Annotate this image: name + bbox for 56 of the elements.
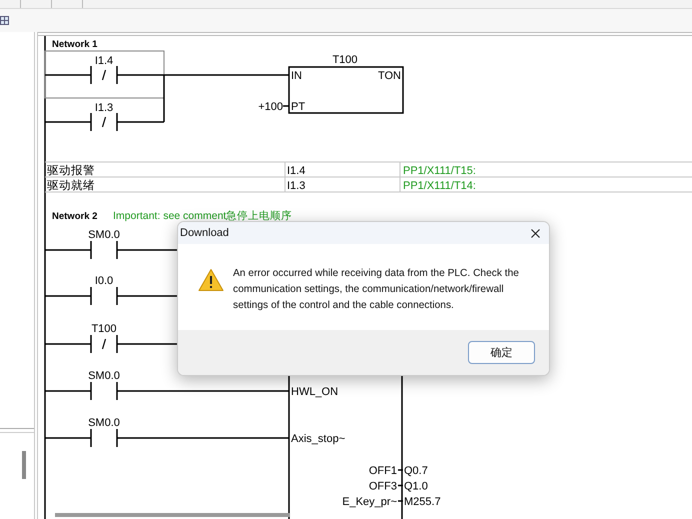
table-icon[interactable] (0, 16, 9, 25)
contact-address: SM0.0 (88, 229, 120, 241)
contact-address: I1.3 (94, 102, 114, 114)
contact-address: I0.0 (94, 275, 114, 287)
pin-line (398, 484, 403, 486)
contact-symbol[interactable] (90, 429, 118, 447)
contact-address: SM0.0 (88, 417, 120, 429)
output-address: Q1.0 (404, 480, 428, 492)
wire (45, 390, 91, 392)
block-input-label: Axis_stop~ (291, 433, 346, 445)
contact-symbol[interactable] (90, 113, 118, 131)
wire (45, 74, 91, 76)
network-comment: Important: see comment急停上电顺序 (113, 210, 292, 222)
contact-address: T100 (91, 323, 117, 335)
error-message: An error occurred while receiving data from the PLC. Check the communication settings, the communication/network/firewall settings of the control and the cable connections. (233, 267, 520, 313)
symbol-comment: PP1/X111/T15: (403, 165, 476, 177)
contact-symbol[interactable] (90, 382, 118, 400)
scrollbar-thumb[interactable] (22, 451, 26, 479)
contact-address: SM0.0 (88, 370, 120, 382)
symbol-name: 驱动就绪 (47, 180, 95, 192)
contact-address: I1.4 (94, 55, 114, 67)
contact-symbol[interactable] (90, 287, 118, 305)
contact-symbol[interactable] (90, 335, 118, 353)
dialog-title: Download (180, 227, 229, 239)
pin-line (398, 469, 403, 471)
wire (283, 105, 289, 107)
close-icon[interactable] (531, 228, 540, 238)
symbol-address: I1.4 (287, 165, 306, 177)
symbol-name: 驱动报警 (47, 165, 95, 177)
contact-symbol[interactable] (90, 66, 118, 84)
timer-type: TON (378, 70, 401, 82)
output-value: OFF3 (368, 480, 397, 492)
symbol-address: I1.3 (287, 180, 306, 192)
warning-icon (198, 268, 224, 292)
output-address: M255.7 (404, 496, 441, 508)
output-address: Q0.7 (404, 465, 428, 477)
scrollbar-thumb[interactable] (55, 513, 290, 517)
wire (45, 343, 91, 345)
wire (45, 295, 91, 297)
pin-label: IN (291, 70, 302, 82)
wire (45, 249, 91, 251)
symbol-comment: PP1/X111/T14: (403, 180, 476, 192)
block-input-label: HWL_ON (291, 386, 338, 398)
network-title: Network 2 (52, 211, 98, 222)
preset-value: +100 (258, 101, 283, 113)
wire (45, 121, 91, 123)
pin-label: PT (291, 101, 306, 113)
contact-symbol[interactable] (90, 241, 118, 259)
output-value: E_Key_pr~ (342, 496, 397, 508)
ok-button[interactable]: 确定 (468, 341, 535, 364)
timer-block[interactable] (288, 66, 404, 114)
wire (45, 437, 91, 439)
pin-line (398, 500, 403, 502)
output-value: OFF1 (368, 465, 397, 477)
timer-name: T100 (332, 54, 358, 66)
network-title: Network 1 (52, 39, 98, 50)
